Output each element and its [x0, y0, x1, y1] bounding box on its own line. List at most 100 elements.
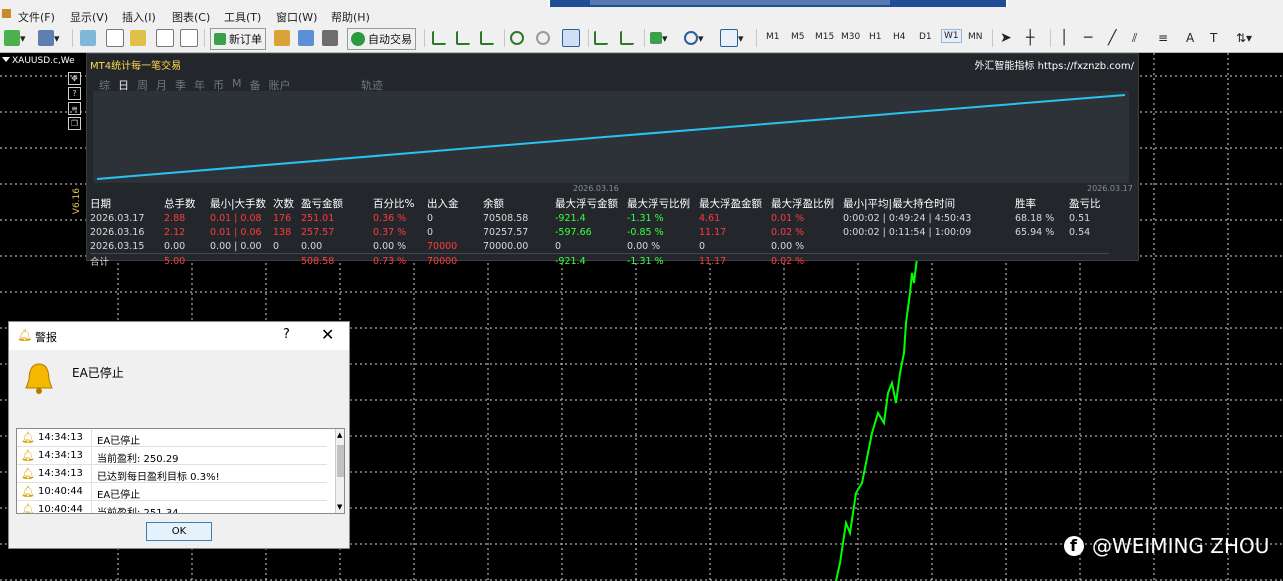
stats-cell: 0.73 % — [373, 253, 427, 268]
autoscroll-button[interactable] — [620, 28, 634, 48]
text-label-button[interactable]: T — [1210, 28, 1217, 48]
plus-icon — [214, 33, 226, 45]
restore-icon[interactable]: ❐ — [68, 117, 81, 130]
tf-h1[interactable]: H1 — [869, 32, 882, 42]
scrollbar[interactable]: ▲ ▼ — [335, 429, 344, 513]
cursor-button[interactable]: ➤ — [1000, 28, 1012, 48]
stats-cell — [1069, 253, 1109, 268]
stats-cell: -921.4 — [555, 253, 627, 268]
new-order-button[interactable]: 新订单 — [210, 28, 266, 50]
alert-log-list[interactable]: 🔔︎ 14:34:13 EA已停止 🔔︎ 14:34:13 当前盈利: 250.29 🔔︎ 1… — [16, 428, 345, 514]
menu-view[interactable]: 显示(V) — [70, 9, 108, 25]
move-icon[interactable]: ✥ — [68, 72, 81, 85]
tf-m15[interactable]: M15 — [815, 32, 834, 42]
data-window-button[interactable] — [130, 28, 146, 48]
top-banner — [548, 0, 1008, 7]
stats-cell: 257.57 — [301, 226, 335, 238]
profiles-button[interactable]: ▾ — [38, 28, 60, 48]
stats-cell: -597.66 — [555, 226, 592, 238]
menu-tools[interactable]: 工具(T) — [224, 9, 261, 25]
stats-cell: 2.12 — [164, 226, 186, 238]
stats-cell: 0.01 | 0.06 — [210, 226, 262, 238]
menu-file[interactable]: 文件(F) — [18, 9, 55, 25]
line-chart-button[interactable] — [480, 28, 494, 48]
indicators-icon — [650, 32, 662, 44]
signals-button[interactable] — [274, 28, 290, 48]
menu-window[interactable]: 窗口(W) — [276, 9, 317, 25]
strategy-tester-button[interactable] — [180, 28, 198, 48]
list-item[interactable]: 🔔︎ 14:34:13 当前盈利: 250.29 — [17, 447, 327, 465]
fibonacci-button[interactable]: ≡ — [1158, 28, 1168, 48]
menu-help[interactable]: 帮助(H) — [331, 9, 370, 25]
stats-cell: 65.94 % — [1015, 226, 1055, 238]
stats-cell: 138 — [273, 226, 292, 238]
clock-icon — [684, 31, 698, 45]
menu-charts[interactable]: 图表(C) — [172, 9, 210, 25]
version-label: V6.16 — [72, 188, 82, 215]
toolbar: ▾ ▾ 新订单 自动交易 ▾ ▾ ▾ M1 M5 M15 M30 H1 H4 D… — [0, 24, 1283, 53]
chart-shift-icon — [594, 31, 608, 45]
trendline-button[interactable]: ╱ — [1108, 28, 1116, 48]
stats-cell: 百分比% — [373, 198, 415, 210]
tf-m5[interactable]: M5 — [791, 32, 805, 42]
indicators-button[interactable]: ▾ — [650, 28, 668, 48]
list-item[interactable]: 🔔︎ 10:40:44 EA已停止 — [17, 483, 327, 501]
alert-titlebar: 🔔︎ 警报 ? ✕ — [9, 322, 349, 350]
horizontal-line-button[interactable]: ─ — [1084, 28, 1092, 48]
log-time: 14:34:13 — [38, 432, 83, 443]
stats-cell: 最大浮盈金额 — [699, 198, 762, 210]
periods-button[interactable]: ▾ — [684, 28, 704, 48]
bar-chart-button[interactable] — [432, 28, 446, 48]
menu-insert[interactable]: 插入(I) — [122, 9, 156, 25]
ok-button[interactable]: OK — [146, 522, 212, 541]
chart-shift-button[interactable] — [594, 28, 608, 48]
help-button[interactable]: ? — [283, 327, 290, 342]
tf-h4[interactable]: H4 — [893, 32, 906, 42]
crosshair-icon: ┼ — [1026, 30, 1035, 46]
text-button[interactable]: A — [1186, 28, 1194, 48]
list-item[interactable]: 🔔︎ 10:40:44 当前盈利: 251.34 — [17, 501, 327, 513]
vertical-line-button[interactable]: │ — [1060, 28, 1068, 48]
stats-cell: 11.17 — [699, 226, 727, 238]
stats-cell: 0.00 % — [373, 240, 407, 252]
stats-cell: 0 — [427, 212, 434, 224]
crosshair-button[interactable]: ┼ — [1026, 28, 1034, 48]
tf-d1[interactable]: D1 — [919, 32, 932, 42]
list-item[interactable]: 🔔︎ 14:34:13 EA已停止 — [17, 429, 327, 447]
bell-icon: 🔔︎ — [21, 485, 35, 498]
zoom-in-button[interactable] — [510, 28, 524, 48]
text-icon: A — [1186, 31, 1195, 45]
templates-button[interactable]: ▾ — [720, 28, 744, 48]
stats-cell: 0.02 % — [771, 253, 843, 268]
settings-icon[interactable]: ≡ — [68, 102, 81, 115]
close-button[interactable]: ✕ — [321, 325, 334, 344]
stats-cell: 0.00 — [164, 240, 186, 252]
list-item[interactable]: 🔔︎ 14:34:13 已达到每日盈利目标 0.3%! — [17, 465, 327, 483]
brand-link[interactable]: https://fxznzb.com/ — [1038, 61, 1134, 72]
chart-dropdown-icon[interactable] — [2, 57, 10, 62]
new-chart-button[interactable]: ▾ — [4, 28, 26, 48]
channel-button[interactable]: ⫽ — [1132, 28, 1137, 48]
stats-header-row: 日期 总手数 最小|大手数 次数 盈亏金额 百分比% 出入金 余额 最大浮亏金额 最大浮亏比例 最大… — [90, 196, 1109, 211]
stats-cell: 0.01 % — [771, 212, 805, 224]
market-watch-button[interactable] — [80, 28, 96, 48]
vertical-line-icon: │ — [1060, 30, 1069, 46]
help-icon[interactable]: ? — [68, 87, 81, 100]
tf-w1[interactable]: W1 — [941, 29, 962, 43]
zoom-out-button[interactable] — [536, 28, 550, 48]
auto-trade-button[interactable]: 自动交易 — [347, 28, 416, 50]
tile-windows-button[interactable] — [562, 28, 580, 48]
candle-chart-button[interactable] — [456, 28, 470, 48]
terminal-button[interactable] — [156, 28, 174, 48]
community-button[interactable] — [298, 28, 314, 48]
stats-cell — [483, 253, 555, 268]
tf-mn[interactable]: MN — [968, 32, 983, 42]
arrows-button[interactable]: ⇅▾ — [1236, 28, 1252, 48]
tf-m1[interactable]: M1 — [766, 32, 780, 42]
log-message: EA已停止 — [97, 436, 141, 447]
stats-row: 2026.03.17 2.88 0.01 | 0.08 176 251.01 0.36 %… — [90, 211, 1109, 225]
tf-m30[interactable]: M30 — [841, 32, 860, 42]
market-button[interactable] — [322, 28, 338, 48]
navigator-button[interactable] — [106, 28, 124, 48]
stats-cell: 0.54 — [1069, 226, 1091, 238]
